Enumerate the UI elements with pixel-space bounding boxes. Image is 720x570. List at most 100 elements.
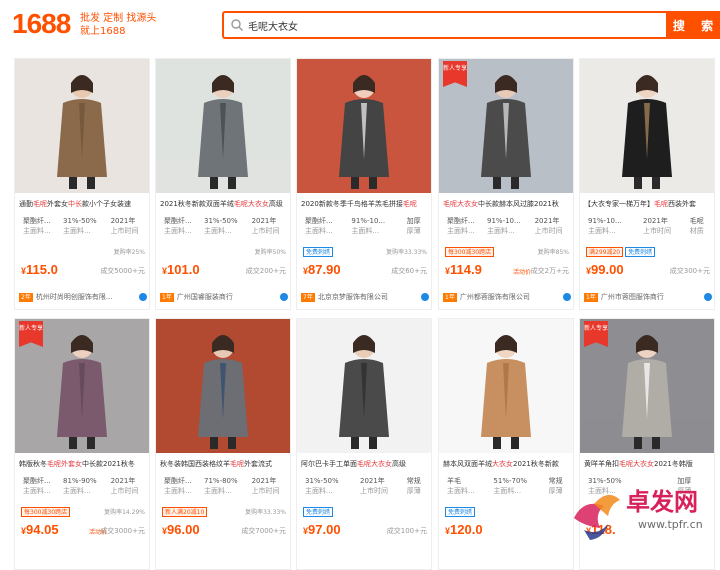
attribute-cell: 聚酯纤... xyxy=(305,217,333,225)
product-image[interactable] xyxy=(156,319,290,453)
product-photo xyxy=(297,319,431,453)
shop-row[interactable]: 1年 广州都蓉服饰有限公司 xyxy=(443,291,571,303)
badge-row: 满299减20 免费刺绣 xyxy=(586,247,656,257)
sales-volume: 成交300+元 xyxy=(669,267,710,275)
chat-icon[interactable] xyxy=(421,293,429,301)
attribute-cell: 主面料... xyxy=(164,487,192,495)
attribute-cell: 2021年 xyxy=(359,477,385,485)
product-card[interactable]: 通勤毛呢外套女中长款小个子女装速 聚酯纤... 31%-50% 2021年 主面料..… xyxy=(14,58,150,310)
product-card[interactable]: 【大衣专家一梯万年】毛呢西装外套 91%-10... 2021年 毛呢 主面料... 上… xyxy=(579,58,715,310)
attribute-cell: 主面料... xyxy=(447,487,475,495)
attribute-cell: 主面料... xyxy=(63,227,91,235)
search-input[interactable] xyxy=(248,13,648,37)
chat-icon[interactable] xyxy=(704,293,712,301)
attribute-cell: 聚酯纤... xyxy=(23,217,51,225)
shop-row[interactable]: 1年 广州国睿服装商行 xyxy=(160,291,288,303)
repurchase-rate: 复购率33.33% xyxy=(245,509,286,516)
attribute-cell: 上市时间 xyxy=(643,227,671,235)
shop-name[interactable]: 广州都蓉服饰有限公司 xyxy=(460,292,560,302)
attribute-cell: 主面料... xyxy=(23,487,51,495)
product-title[interactable]: 2020新款冬季千鸟格羊羔毛拼接毛呢 xyxy=(301,199,429,209)
product-price: ¥115.0 xyxy=(21,262,58,277)
sales-volume: 成交3000+元 xyxy=(100,527,145,535)
product-title[interactable]: 通勤毛呢外套女中长款小个子女装速 xyxy=(19,199,147,209)
shop-name[interactable]: 广州国睿服装商行 xyxy=(177,292,277,302)
attribute-cell: 上市时间 xyxy=(359,487,388,495)
product-card[interactable]: 秋冬装韩国西装格纹羊毛呢外套流式 聚酯纤... 71%-80% 2021年 主面料..… xyxy=(155,318,291,570)
product-attributes: 聚酯纤... 91%-10... 2021年 主面料... 主面料... 上市时间 xyxy=(445,216,573,236)
search-button[interactable]: 搜 索 xyxy=(666,11,720,39)
search-box xyxy=(222,11,666,39)
attribute-cell: 主面料... xyxy=(487,227,515,235)
header: 1688 批发 定制 找源头 就上1688 搜 索 xyxy=(0,0,720,52)
attribute-cell: 主面料... xyxy=(351,227,380,235)
slogan-line-1: 批发 定制 找源头 xyxy=(80,13,157,24)
attribute-cell: 材质 xyxy=(689,227,704,235)
shop-row[interactable]: 7年 北京京梦服饰有限公司 xyxy=(301,291,429,303)
attribute-cell: 31%-50% xyxy=(63,217,97,225)
product-image[interactable] xyxy=(439,319,573,453)
chat-icon[interactable] xyxy=(563,293,571,301)
product-title[interactable]: 阿尔巴卡手工单面毛呢大衣女高级 xyxy=(301,459,429,469)
shop-years-badge: 1年 xyxy=(160,292,174,302)
search-icon xyxy=(231,19,243,31)
repurchase-rate: 复购率85% xyxy=(537,249,569,256)
attribute-cell: 聚酯纤... xyxy=(164,217,192,225)
attribute-cell: 聚酯纤... xyxy=(164,477,192,485)
product-attributes: 91%-10... 2021年 毛呢 主面料... 上市时间 材质 xyxy=(586,216,714,236)
chat-icon[interactable] xyxy=(139,293,147,301)
attribute-cell: 主面料... xyxy=(23,227,51,235)
watermark-url: www.tpfr.cn xyxy=(638,518,703,531)
attribute-cell: 91%-10... xyxy=(487,217,521,225)
attribute-cell: 主面料... xyxy=(164,227,192,235)
product-title[interactable]: 秋冬装韩国西装格纹羊毛呢外套流式 xyxy=(160,459,288,469)
repurchase-rate: 复购率33.33% xyxy=(386,249,427,256)
product-title[interactable]: 韩版秋冬毛呢外套女中长款2021秋冬 xyxy=(19,459,147,469)
product-image[interactable] xyxy=(15,59,149,193)
attribute-cell: 羊毛 xyxy=(447,477,461,485)
chat-icon[interactable] xyxy=(280,293,288,301)
shop-row[interactable]: 2年 杭州时尚明创服饰有限... xyxy=(19,291,147,303)
attribute-cell: 31%-50% xyxy=(305,477,339,485)
slogan-line-2: 就上1688 xyxy=(80,26,126,37)
shop-row[interactable]: 1年 广州市蓉图服饰商行 xyxy=(584,291,712,303)
shop-name[interactable]: 杭州时尚明创服饰有限... xyxy=(36,292,136,302)
site-logo[interactable]: 1688 xyxy=(12,8,71,40)
product-title[interactable]: 2021秋冬新款双面羊绒毛呢大衣女高级 xyxy=(160,199,288,209)
product-image[interactable] xyxy=(297,59,431,193)
promo-label: 活动价 xyxy=(513,269,532,276)
product-card[interactable]: 赫本风双面羊绒大衣女2021秋冬新款 羊毛 51%-70% 常规 主面料... 主面料.… xyxy=(438,318,574,570)
product-card[interactable]: 新人专享 毛呢大衣女中长款赫本风过膝2021秋 聚酯纤... 91%-10... 2… xyxy=(438,58,574,310)
product-image[interactable] xyxy=(156,59,290,193)
shop-name[interactable]: 广州市蓉图服饰商行 xyxy=(601,292,701,302)
product-card[interactable]: 阿尔巴卡手工单面毛呢大衣女高级 31%-50% 2021年 常规 主面料... 上市时间… xyxy=(296,318,432,570)
sales-volume: 成交5000+元 xyxy=(100,267,145,275)
product-photo xyxy=(156,59,290,193)
sales-volume: 成交100+元 xyxy=(386,527,427,535)
repurchase-rate: 复购率50% xyxy=(254,249,286,256)
product-title[interactable]: 毛呢大衣女中长款赫本风过膝2021秋 xyxy=(443,199,571,209)
attribute-cell: 上市时间 xyxy=(534,227,563,235)
product-card[interactable]: 2021秋冬新款双面羊绒毛呢大衣女高级 聚酯纤... 31%-50% 2021年 主面… xyxy=(155,58,291,310)
attribute-cell: 上市时间 xyxy=(110,487,139,495)
product-title[interactable]: 黄咩羊角扣毛呢大衣女2021冬韩版 xyxy=(584,459,712,469)
attribute-cell: 加厚 xyxy=(406,217,421,225)
shop-years-badge: 1年 xyxy=(584,292,598,302)
product-card[interactable]: 新人专享 韩版秋冬毛呢外套女中长款2021秋冬 聚酯纤... 81%-90% 202… xyxy=(14,318,150,570)
attribute-cell: 主面料... xyxy=(204,227,232,235)
product-attributes: 羊毛 51%-70% 常规 主面料... 主面料... 厚薄 xyxy=(445,476,573,496)
attribute-cell: 上市时间 xyxy=(251,227,280,235)
product-title[interactable]: 赫本风双面羊绒大衣女2021秋冬新款 xyxy=(443,459,571,469)
attribute-cell: 主面料... xyxy=(588,227,616,235)
product-price: ¥114.9 xyxy=(445,262,482,277)
watermark-brand: 卓发网 xyxy=(626,487,698,516)
product-card[interactable]: 2020新款冬季千鸟格羊羔毛拼接毛呢 聚酯纤... 91%-10... 加厚 主面料.… xyxy=(296,58,432,310)
shop-name[interactable]: 北京京梦服饰有限公司 xyxy=(318,292,418,302)
product-title[interactable]: 【大衣专家一梯万年】毛呢西装外套 xyxy=(584,199,712,209)
badge-row: 每300减30跨店 xyxy=(445,247,495,257)
attribute-cell: 厚薄 xyxy=(406,227,421,235)
product-price: ¥96.00 xyxy=(162,522,200,537)
product-image[interactable] xyxy=(297,319,431,453)
attribute-cell: 厚薄 xyxy=(406,487,421,495)
product-image[interactable] xyxy=(580,59,714,193)
